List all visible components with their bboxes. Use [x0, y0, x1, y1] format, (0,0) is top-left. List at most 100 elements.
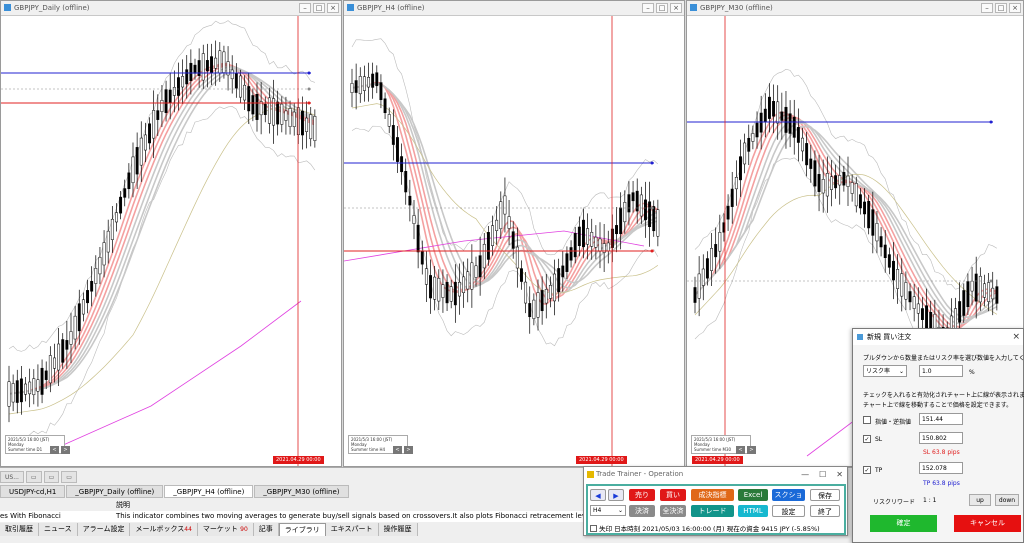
maximize-button[interactable]: □	[656, 3, 668, 13]
minimize-button[interactable]: –	[642, 3, 654, 13]
candle-body	[143, 134, 147, 151]
sell-button[interactable]: 売り	[629, 489, 655, 501]
cancel-button[interactable]: キャンセル	[954, 515, 1021, 532]
tab-journal[interactable]: 操作履歴	[379, 523, 418, 536]
close-icon[interactable]: ×	[1012, 329, 1020, 345]
maximize-icon[interactable]: ☐	[819, 467, 826, 482]
chart-window-h4[interactable]: GBPJPY_H4 (offline) – □ × 2021/5/3 16:00 (…	[343, 0, 685, 467]
chart-icon	[690, 4, 697, 11]
candlestick-chart-daily[interactable]	[1, 16, 341, 466]
candle-body	[809, 158, 813, 169]
candle-body	[263, 103, 267, 115]
candle-body	[247, 86, 251, 112]
window-tab-gbpjpy-daily[interactable]: _GBPJPY_Daily (offline)	[66, 485, 164, 498]
close-button[interactable]: ×	[327, 3, 339, 13]
minimized-window-tab[interactable]: ▭	[43, 471, 60, 483]
tab-experts[interactable]: エキスパート	[326, 523, 379, 536]
prev-arrow-button[interactable]: <	[393, 446, 402, 454]
screenshot-button[interactable]: スクショ	[772, 489, 805, 501]
down-button[interactable]: down	[995, 494, 1019, 506]
library-row[interactable]: es With Fibonacci This indicator combine…	[0, 511, 590, 522]
trade-trainer-window[interactable]: Trade Trainer - Operation — ☐ ✕ ◀ ▶ 売り 買い …	[583, 466, 848, 536]
dialog-titlebar[interactable]: 新規 買い注文 ×	[853, 329, 1023, 345]
candle-body	[908, 291, 912, 303]
chart-titlebar[interactable]: GBPJPY_M30 (offline) – □ ×	[687, 1, 1023, 16]
minimized-window-tab[interactable]: ▭	[61, 471, 77, 483]
window-tab-usdjpy[interactable]: USDJPY-cd,H1	[0, 485, 66, 498]
note-text: チェックを入れると有効化されチャート上に線が表示されます。	[863, 392, 1024, 399]
trade-button[interactable]: トレード	[691, 505, 734, 517]
next-arrow-button[interactable]: >	[747, 446, 756, 454]
minimize-button[interactable]: –	[981, 3, 993, 13]
candle-body	[110, 218, 114, 240]
tab-trade-history[interactable]: 取引履歴	[0, 523, 39, 536]
tab-mailbox[interactable]: メールボックス44	[130, 523, 198, 536]
sl-price-input[interactable]: 150.802	[919, 432, 963, 444]
sl-checkbox[interactable]: ✓	[863, 435, 871, 443]
candle-body	[205, 60, 209, 72]
settings-button[interactable]: 設定	[772, 505, 805, 517]
candle-body	[65, 340, 69, 350]
limit-order-button[interactable]: 成決指標	[691, 489, 734, 501]
candlestick-chart-h4[interactable]	[344, 16, 684, 466]
new-buy-order-dialog[interactable]: 新規 買い注文 × プルダウンから数量またはリスク率を選び数値を入力してください。…	[852, 328, 1024, 543]
candle-body	[987, 282, 991, 302]
cursor-date-label: 2021.04.29 00:00	[576, 456, 627, 464]
mode-select[interactable]: リスク率 ⌄	[863, 365, 907, 377]
tp-checkbox[interactable]: ✓	[863, 466, 871, 474]
minimized-window-tab[interactable]: ▭	[25, 471, 42, 483]
candle-body	[532, 299, 536, 319]
candle-body	[648, 201, 652, 228]
candle-body	[164, 89, 168, 113]
limit-checkbox[interactable]	[863, 416, 871, 424]
up-button[interactable]: up	[969, 494, 991, 506]
next-arrow-button[interactable]: >	[404, 446, 413, 454]
maximize-button[interactable]: □	[995, 3, 1007, 13]
next-arrow-button[interactable]: >	[61, 446, 70, 454]
tab-market[interactable]: マーケット 90	[198, 523, 254, 536]
tab-articles[interactable]: 記事	[254, 523, 279, 536]
chart-window-daily[interactable]: GBPJPY_Daily (offline) – □ × 2021/5/3 16:0…	[0, 0, 342, 467]
candle-body	[400, 156, 404, 173]
close-icon[interactable]: ✕	[836, 467, 843, 482]
candle-body	[255, 94, 259, 120]
minimize-button[interactable]: –	[299, 3, 311, 13]
minimized-window-tab[interactable]: US...	[0, 471, 24, 483]
candle-body	[623, 202, 627, 223]
candle-body	[759, 112, 763, 133]
candle-body	[193, 64, 197, 74]
candle-body	[858, 194, 862, 209]
excel-button[interactable]: Excel	[738, 489, 768, 501]
mode-checkbox[interactable]	[590, 525, 597, 532]
timeframe-select[interactable]: H4 ⌄	[590, 505, 626, 516]
tp-price-input[interactable]: 152.078	[919, 462, 963, 474]
tab-alerts[interactable]: アラーム設定	[78, 523, 131, 536]
close-button[interactable]: ×	[1009, 3, 1021, 13]
candle-body	[115, 212, 118, 223]
risk-value-input[interactable]: 1.0	[919, 365, 963, 377]
close-button[interactable]: ×	[670, 3, 682, 13]
trade-trainer-titlebar[interactable]: Trade Trainer - Operation — ☐ ✕	[584, 467, 847, 482]
limit-price-input[interactable]: 151.44	[919, 413, 963, 425]
prev-bar-button[interactable]: ◀	[590, 489, 606, 501]
prev-arrow-button[interactable]: <	[736, 446, 745, 454]
html-button[interactable]: HTML	[738, 505, 768, 517]
chart-titlebar[interactable]: GBPJPY_Daily (offline) – □ ×	[1, 1, 341, 16]
exit-button[interactable]: 終了	[810, 505, 840, 517]
maximize-button[interactable]: □	[313, 3, 325, 13]
tab-news[interactable]: ニュース	[39, 523, 78, 536]
prev-arrow-button[interactable]: <	[50, 446, 59, 454]
candle-body	[288, 108, 292, 127]
buy-button[interactable]: 買い	[660, 489, 686, 501]
settle-all-button[interactable]: 全決済	[660, 505, 686, 517]
candle-body	[697, 273, 701, 299]
next-bar-button[interactable]: ▶	[608, 489, 624, 501]
settle-button[interactable]: 決済	[629, 505, 655, 517]
chart-titlebar[interactable]: GBPJPY_H4 (offline) – □ ×	[344, 1, 684, 16]
tab-library[interactable]: ライブラリ	[278, 523, 326, 536]
window-tab-gbpjpy-m30[interactable]: _GBPJPY_M30 (offline)	[254, 485, 349, 498]
save-button[interactable]: 保存	[810, 489, 840, 501]
confirm-button[interactable]: 確定	[870, 515, 937, 532]
minimize-icon[interactable]: —	[801, 467, 809, 482]
window-tab-gbpjpy-h4[interactable]: _GBPJPY_H4 (offline)	[164, 485, 254, 498]
